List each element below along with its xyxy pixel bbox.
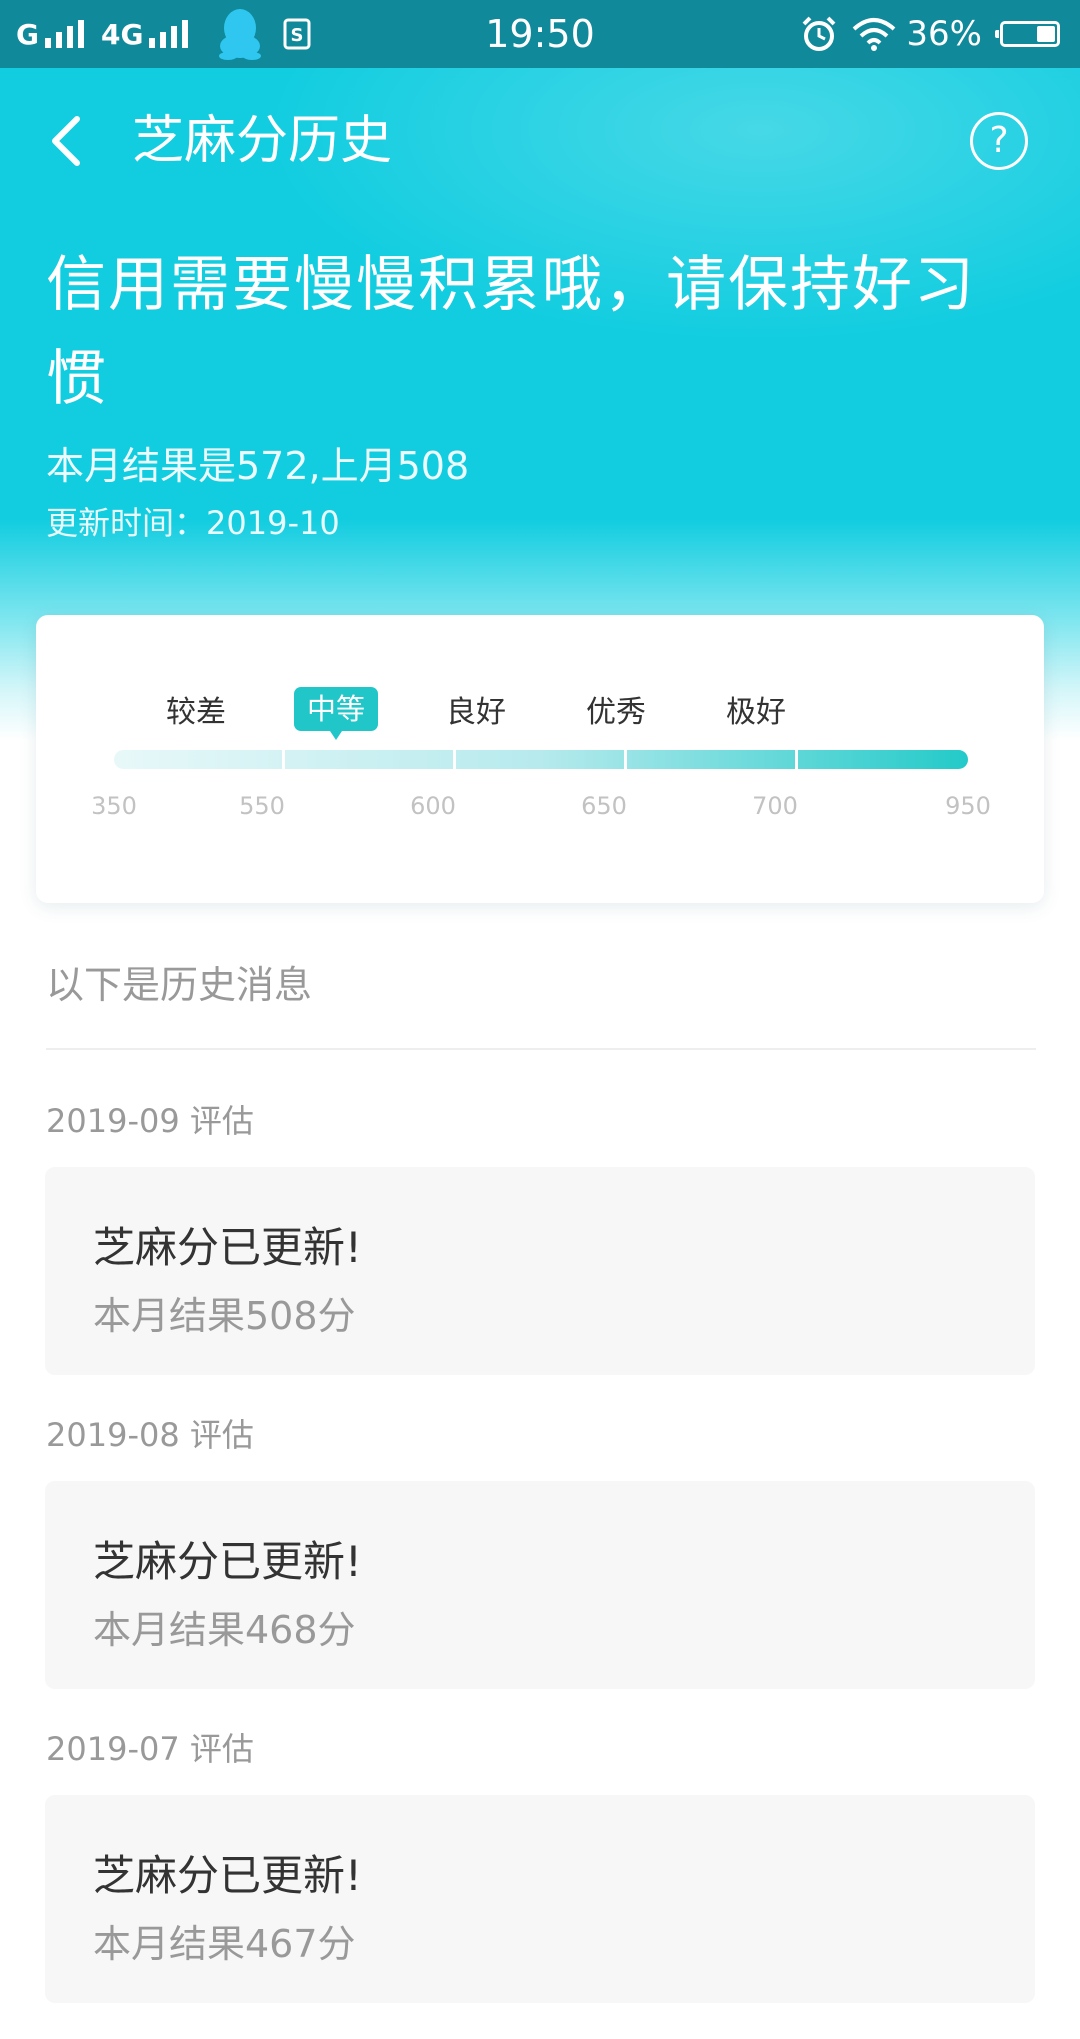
score-range-card: 较差 中等 良好 优秀 极好 350 550 600 650 700 950 bbox=[36, 615, 1044, 903]
bar-divider bbox=[795, 750, 798, 769]
help-button[interactable]: ? bbox=[970, 112, 1028, 170]
history-entry-card[interactable]: 芝麻分已更新! 本月结果467分 bbox=[45, 1795, 1035, 2003]
score-level-label: 极好 bbox=[726, 695, 786, 730]
history-list: 2019-09 评估 芝麻分已更新! 本月结果508分 2019-08 评估 芝麻分已更… bbox=[45, 1097, 1035, 2039]
battery-fill bbox=[1037, 26, 1055, 42]
score-summary: 本月结果是572,上月508 bbox=[46, 444, 470, 488]
page-title: 芝麻分历史 bbox=[132, 111, 393, 171]
divider bbox=[46, 1048, 1036, 1050]
score-tick-label: 700 bbox=[752, 792, 798, 820]
qq-icon bbox=[219, 9, 262, 60]
score-level-label: 优秀 bbox=[586, 695, 646, 730]
history-entry-title: 芝麻分已更新! bbox=[93, 1223, 362, 1272]
history-entry-result: 本月结果467分 bbox=[93, 1922, 356, 1966]
score-tick-label: 950 bbox=[945, 792, 991, 820]
history-entry-date: 2019-08 评估 bbox=[46, 1416, 254, 1454]
history-entry: 2019-08 评估芝麻分已更新! 本月结果468分 bbox=[45, 1411, 1035, 1689]
update-time: 更新时间：2019-10 bbox=[46, 504, 340, 542]
headline: 信用需要慢慢积累哦，请保持好习惯 bbox=[46, 250, 976, 414]
history-entry-title: 芝麻分已更新! bbox=[93, 1537, 362, 1586]
history-entry: 2019-07 评估芝麻分已更新! 本月结果467分 bbox=[45, 1725, 1035, 2003]
status-right: 36% bbox=[800, 0, 1060, 68]
history-entry-date: 2019-09 评估 bbox=[46, 1102, 254, 1140]
score-tick-label: 600 bbox=[410, 792, 456, 820]
battery-icon bbox=[995, 21, 1060, 47]
score-level-current: 中等 bbox=[294, 687, 378, 740]
score-tick-label: 550 bbox=[239, 792, 285, 820]
bar-divider bbox=[624, 750, 627, 769]
sim-icon: S bbox=[283, 18, 311, 50]
score-level-label: 较差 bbox=[166, 695, 226, 730]
carrier-label: G bbox=[16, 17, 39, 51]
status-bar: G 4G S 19:50 36% bbox=[0, 0, 1080, 68]
history-entry-date: 2019-07 评估 bbox=[46, 1730, 254, 1768]
bar-divider bbox=[282, 750, 285, 769]
history-entry-card[interactable]: 芝麻分已更新! 本月结果468分 bbox=[45, 1481, 1035, 1689]
wifi-icon bbox=[853, 18, 896, 51]
score-tick-label: 350 bbox=[91, 792, 137, 820]
score-tick-label: 650 bbox=[581, 792, 627, 820]
network-type-label: 4G bbox=[100, 17, 144, 51]
history-heading: 以下是历史消息 bbox=[46, 963, 313, 1007]
battery-percent: 36% bbox=[906, 14, 982, 54]
history-entry-result: 本月结果468分 bbox=[93, 1608, 356, 1652]
history-entry-result: 本月结果508分 bbox=[93, 1294, 356, 1338]
alarm-icon bbox=[803, 16, 836, 51]
history-entry-card[interactable]: 芝麻分已更新! 本月结果508分 bbox=[45, 1167, 1035, 1375]
history-entry: 2019-09 评估芝麻分已更新! 本月结果508分 bbox=[45, 1097, 1035, 1375]
back-button[interactable] bbox=[34, 106, 98, 176]
history-entry-title: 芝麻分已更新! bbox=[93, 1851, 362, 1900]
score-level-label: 良好 bbox=[446, 695, 506, 730]
chevron-left-icon bbox=[52, 116, 80, 166]
score-range-bar bbox=[114, 750, 968, 769]
bar-divider bbox=[453, 750, 456, 769]
signal-icon bbox=[149, 20, 189, 48]
status-left: G 4G S bbox=[16, 0, 311, 68]
svg-text:S: S bbox=[291, 25, 304, 46]
signal-icon bbox=[44, 20, 84, 48]
